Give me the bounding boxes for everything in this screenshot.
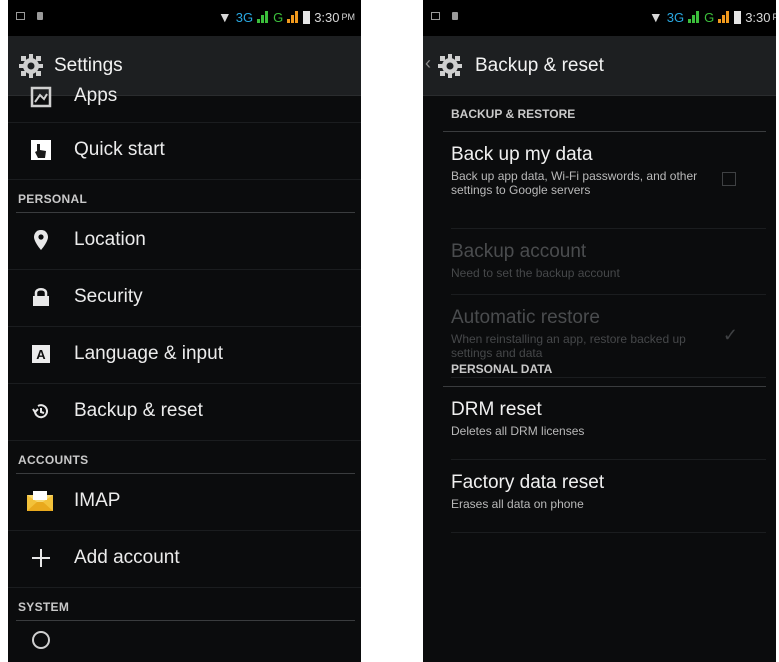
item-summary: Deletes all DRM licenses	[451, 424, 585, 438]
network-3g-label: 3G	[666, 9, 685, 25]
network-3g-label: 3G	[235, 9, 254, 25]
settings-item-language[interactable]: A Language & input	[8, 327, 361, 384]
page-title: Backup & reset	[475, 55, 604, 76]
settings-item-label: Add account	[74, 547, 180, 568]
item-title: Back up my data	[451, 144, 593, 165]
backup-my-data-item[interactable]: Back up my data Back up app data, Wi-Fi …	[451, 132, 766, 229]
screenshot-notification-icon	[431, 12, 440, 20]
settings-item-add-account[interactable]: Add account	[8, 531, 361, 588]
item-summary: Back up app data, Wi-Fi passwords, and o…	[451, 169, 698, 197]
settings-item-backup-reset[interactable]: Backup & reset	[8, 384, 361, 441]
item-summary: Erases all data on phone	[451, 497, 584, 511]
clock-icon	[32, 631, 50, 649]
section-header-personal-data: PERSONAL DATA	[443, 348, 766, 387]
svg-text:A: A	[36, 347, 46, 362]
settings-item-location[interactable]: Location	[8, 213, 361, 270]
network-g-label: G	[704, 9, 715, 25]
factory-data-reset-item[interactable]: Factory data reset Erases all data on ph…	[451, 460, 766, 533]
settings-item-imap[interactable]: IMAP	[8, 474, 361, 531]
backup-data-checkbox[interactable]	[722, 172, 736, 186]
item-title: DRM reset	[451, 399, 542, 420]
signal-bars-icon	[718, 11, 730, 23]
backup-account-item: Backup account Need to set the backup ac…	[451, 229, 766, 295]
action-bar: ‹ Backup & reset	[423, 36, 776, 96]
location-pin-icon	[34, 230, 48, 250]
signal-bars-icon	[688, 11, 700, 23]
lock-notification-icon	[37, 12, 43, 20]
settings-item-apps[interactable]: Apps	[8, 76, 361, 123]
signal-bars-icon	[257, 11, 269, 23]
settings-list: Apps Quick start PERSONAL Location Secur	[8, 76, 361, 662]
plus-icon	[32, 549, 50, 567]
page-title: Settings	[54, 55, 123, 76]
battery-icon	[734, 10, 742, 24]
item-title: Backup account	[451, 241, 587, 262]
settings-screen: ▼ 3G G 3:30 PM Settings Apps Quick start…	[8, 0, 361, 662]
settings-item-partial[interactable]	[8, 621, 361, 662]
item-title: Factory data reset	[451, 472, 605, 493]
signal-bars-icon	[287, 11, 299, 23]
settings-item-label: Backup & reset	[74, 400, 203, 421]
network-g-label: G	[273, 9, 284, 25]
back-arrow-icon[interactable]: ‹	[425, 53, 431, 74]
item-title: Automatic restore	[451, 307, 600, 328]
settings-item-label: IMAP	[74, 490, 121, 511]
keyboard-icon: A	[32, 345, 50, 363]
quick-start-icon	[31, 140, 51, 160]
clock-ampm: PM	[772, 12, 777, 22]
settings-item-label: Apps	[74, 85, 118, 106]
email-icon	[27, 491, 53, 511]
section-header-personal: PERSONAL	[16, 180, 355, 213]
settings-item-label: Security	[74, 286, 143, 307]
backup-reset-screen: ▼ 3G G 3:30 PM ‹ Backup & reset BACKUP &…	[423, 0, 776, 662]
auto-restore-checkbox: ✓	[722, 325, 738, 345]
settings-item-label: Language & input	[74, 343, 223, 364]
settings-gear-icon[interactable]	[437, 53, 463, 79]
status-bar: ▼ 3G G 3:30 PM	[423, 0, 776, 36]
settings-item-label: Location	[74, 229, 146, 250]
battery-icon	[303, 10, 311, 24]
settings-item-label: Quick start	[74, 139, 165, 160]
section-header-system: SYSTEM	[16, 588, 355, 621]
status-bar: ▼ 3G G 3:30 PM	[8, 0, 361, 36]
lock-notification-icon	[452, 12, 458, 20]
item-summary: Need to set the backup account	[451, 266, 620, 280]
clock: 3:30	[745, 9, 771, 25]
clock: 3:30	[314, 9, 340, 25]
apps-icon	[30, 86, 52, 108]
wifi-icon: ▼	[648, 9, 663, 25]
section-header-accounts: ACCOUNTS	[16, 441, 355, 474]
settings-item-quick-start[interactable]: Quick start	[8, 123, 361, 180]
drm-reset-item[interactable]: DRM reset Deletes all DRM licenses	[451, 387, 766, 460]
section-header-backup-restore: BACKUP & RESTORE	[443, 93, 766, 132]
clock-ampm: PM	[341, 12, 356, 22]
settings-item-security[interactable]: Security	[8, 270, 361, 327]
backup-restore-icon	[32, 404, 48, 419]
wifi-icon: ▼	[217, 9, 232, 25]
lock-icon	[33, 288, 49, 306]
screenshot-notification-icon	[16, 12, 25, 20]
